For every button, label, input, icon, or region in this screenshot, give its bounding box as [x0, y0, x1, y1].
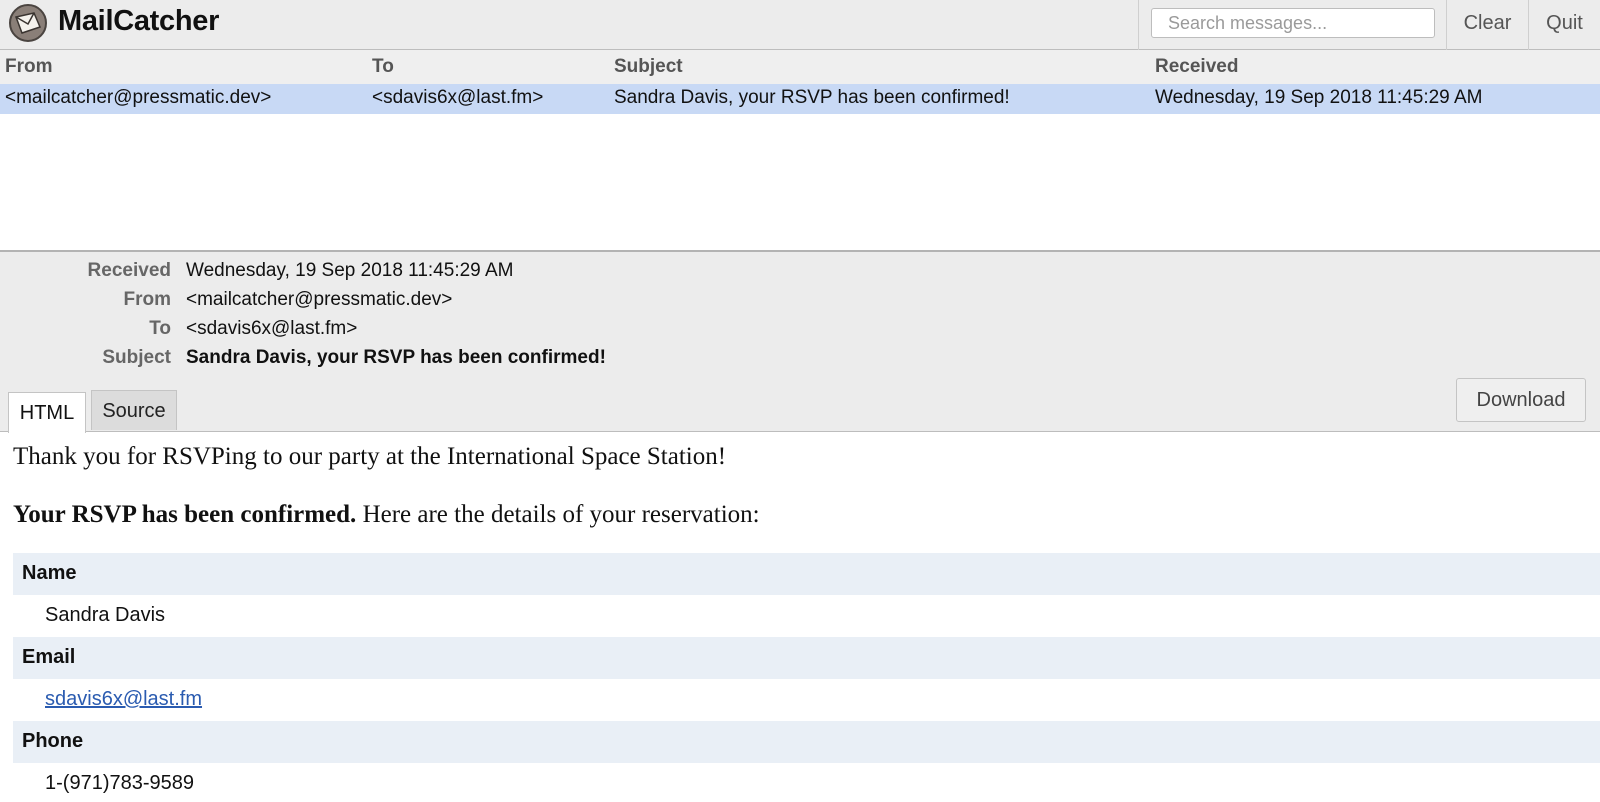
detail-label-phone: Phone	[13, 721, 1600, 763]
meta-to-value: <sdavis6x@last.fm>	[186, 318, 358, 339]
detail-value-name: Sandra Davis	[13, 595, 1600, 637]
message-body: Thank you for RSVPing to our party at th…	[0, 433, 1600, 802]
row-to: <sdavis6x@last.fm>	[372, 87, 544, 108]
meta-received-row: Received Wednesday, 19 Sep 2018 11:45:29…	[0, 260, 1600, 288]
detail-label-name: Name	[13, 553, 1600, 595]
body-confirmation-rest: Here are the details of your reservation…	[356, 501, 760, 528]
row-received: Wednesday, 19 Sep 2018 11:45:29 AM	[1155, 87, 1483, 108]
meta-from-label: From	[123, 289, 172, 310]
search-input[interactable]	[1151, 8, 1435, 38]
tab-html[interactable]: HTML	[8, 392, 86, 434]
meta-received-label: Received	[87, 260, 171, 281]
row-subject: Sandra Davis, your RSVP has been confirm…	[614, 87, 1010, 108]
meta-to-label: To	[149, 318, 171, 339]
message-list: From To Subject Received <mailcatcher@pr…	[0, 50, 1600, 252]
column-header-subject[interactable]: Subject	[614, 56, 683, 78]
column-header-from[interactable]: From	[5, 56, 53, 78]
body-confirmation: Your RSVP has been confirmed. Here are t…	[13, 501, 760, 529]
body-intro: Thank you for RSVPing to our party at th…	[13, 443, 727, 470]
detail-value-phone: 1-(971)783-9589	[13, 763, 1600, 802]
mailcatcher-logo-icon	[9, 4, 47, 42]
row-from: <mailcatcher@pressmatic.dev>	[5, 87, 272, 108]
tab-source[interactable]: Source	[91, 390, 177, 430]
body-confirmation-bold: Your RSVP has been confirmed.	[13, 501, 357, 528]
message-meta: Received Wednesday, 19 Sep 2018 11:45:29…	[0, 252, 1600, 434]
message-list-header: From To Subject Received	[0, 50, 1600, 84]
download-button[interactable]: Download	[1456, 378, 1586, 422]
meta-to-row: To <sdavis6x@last.fm>	[0, 318, 1600, 346]
app-header: MailCatcher Clear Quit	[0, 0, 1600, 50]
message-row[interactable]: <mailcatcher@pressmatic.dev> <sdavis6x@l…	[0, 84, 1600, 114]
detail-value-email-row: sdavis6x@last.fm	[13, 679, 1600, 721]
column-header-received[interactable]: Received	[1155, 56, 1238, 78]
email-link[interactable]: sdavis6x@last.fm	[45, 688, 202, 710]
meta-subject-value: Sandra Davis, your RSVP has been confirm…	[186, 347, 606, 368]
meta-received-value: Wednesday, 19 Sep 2018 11:45:29 AM	[186, 260, 514, 281]
quit-button[interactable]: Quit	[1528, 0, 1600, 50]
search-area	[1138, 0, 1446, 50]
meta-from-value: <mailcatcher@pressmatic.dev>	[186, 289, 453, 310]
app-title: MailCatcher	[58, 5, 220, 37]
detail-label-email: Email	[13, 637, 1600, 679]
meta-subject-row: Subject Sandra Davis, your RSVP has been…	[0, 347, 1600, 375]
meta-subject-label: Subject	[102, 347, 171, 368]
column-header-to[interactable]: To	[372, 56, 394, 78]
meta-from-row: From <mailcatcher@pressmatic.dev>	[0, 289, 1600, 317]
clear-button[interactable]: Clear	[1446, 0, 1528, 50]
